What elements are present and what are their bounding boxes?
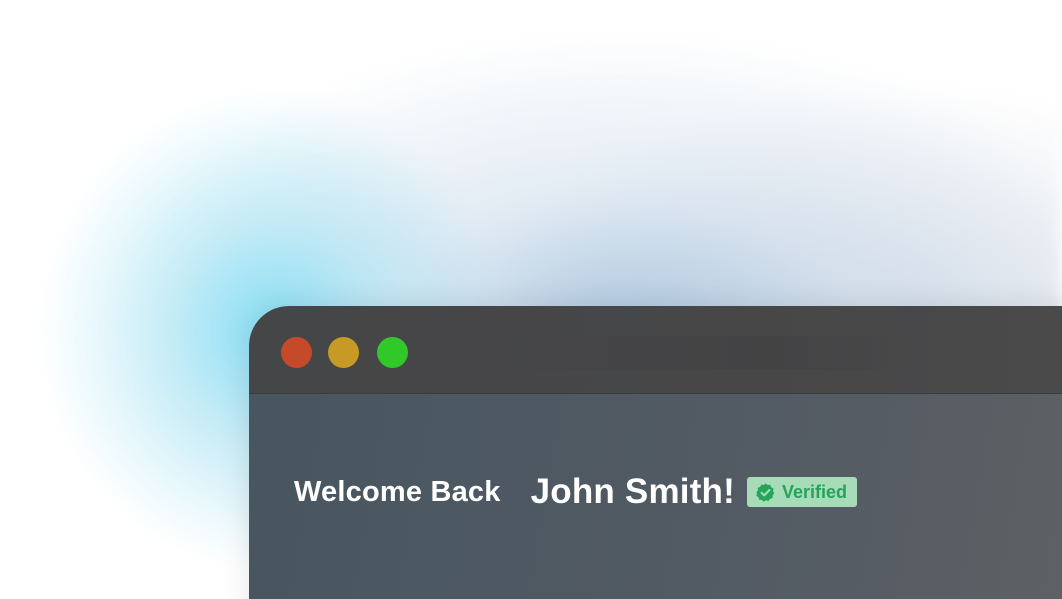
welcome-row: Welcome Back John Smith! Verified [294, 472, 858, 512]
close-window-button[interactable] [281, 337, 312, 368]
maximize-window-button[interactable] [377, 337, 408, 368]
verified-badge-label: Verified [782, 481, 848, 502]
verified-check-icon [756, 482, 775, 502]
minimize-window-button[interactable] [328, 337, 359, 368]
app-window: Welcome Back John Smith! Verified [249, 306, 1062, 599]
address-bar[interactable] [460, 336, 910, 370]
user-name: John Smith! [530, 472, 735, 511]
verified-badge: Verified [747, 477, 858, 507]
welcome-text: Welcome Back [294, 475, 501, 508]
window-titlebar [249, 306, 1062, 394]
window-content: Welcome Back John Smith! Verified [249, 394, 1062, 599]
stage: Welcome Back John Smith! Verified [0, 0, 1062, 599]
